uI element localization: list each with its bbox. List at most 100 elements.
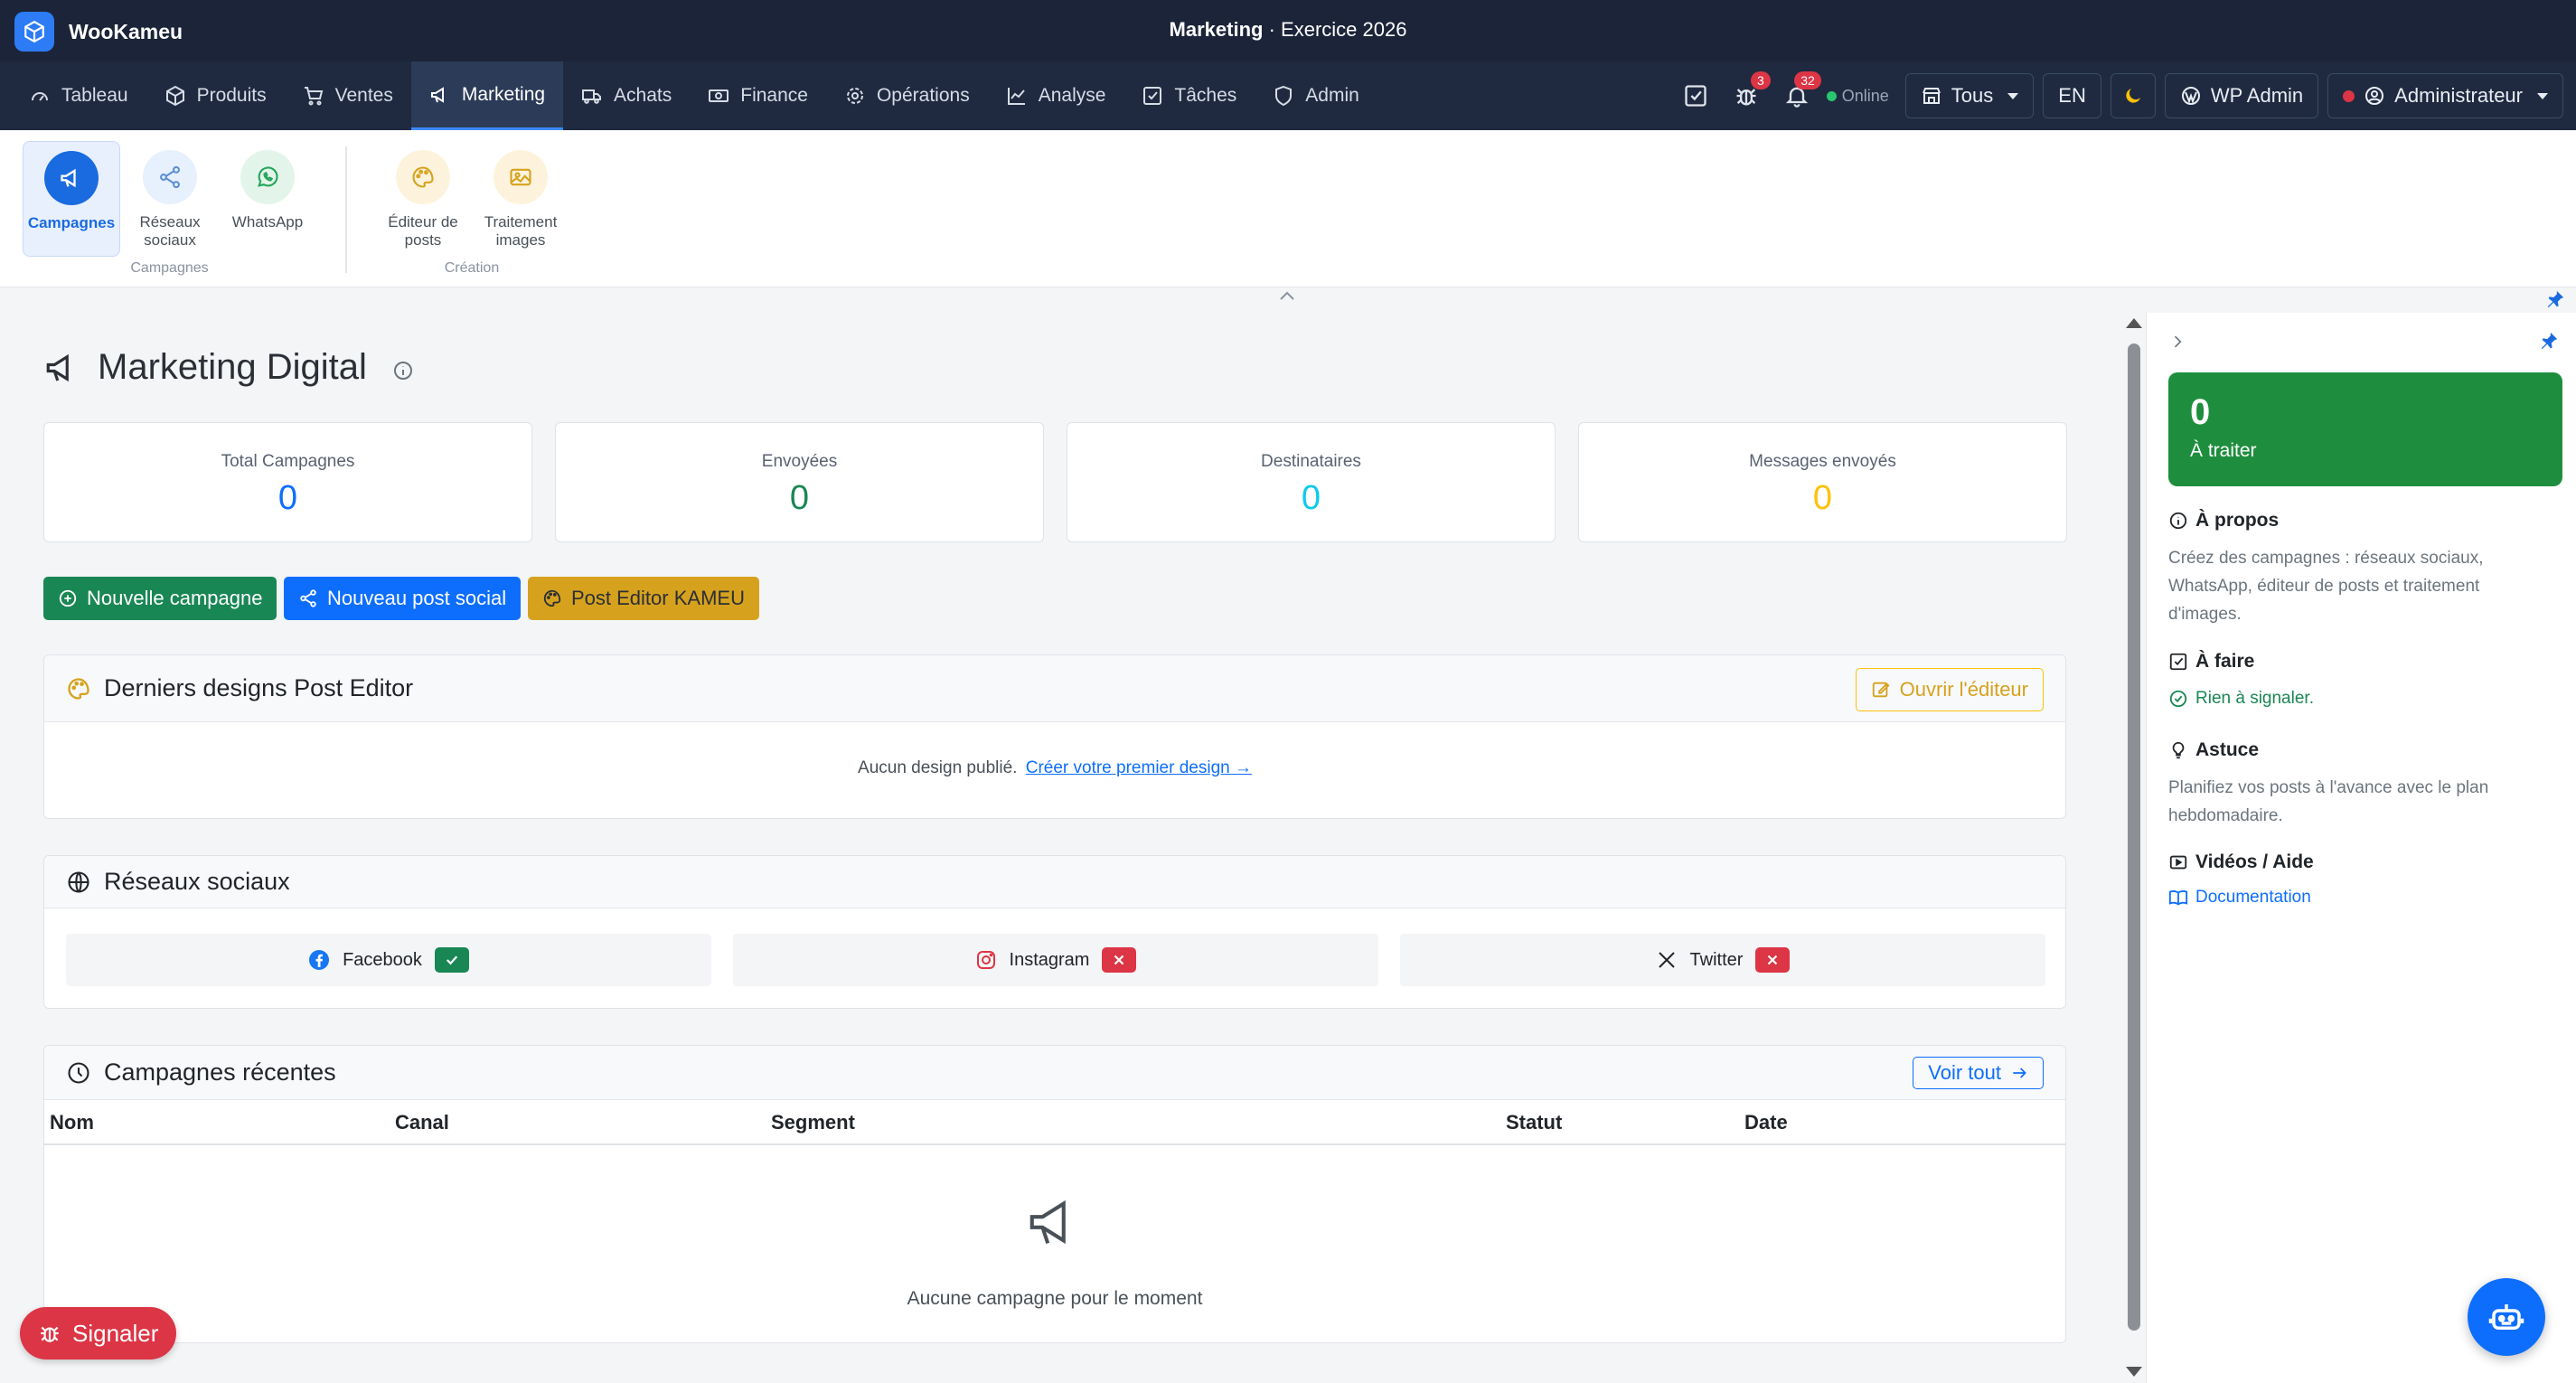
open-editor-label: Ouvrir l'éditeur — [1899, 678, 2028, 701]
cash-icon — [709, 89, 729, 102]
nav-item-tableau[interactable]: Tableau — [11, 61, 146, 130]
column-header-date[interactable]: Date — [1744, 1111, 1788, 1134]
page-title: Marketing Digital — [43, 347, 414, 388]
video-icon — [2169, 855, 2187, 870]
status-dot-icon — [2343, 89, 2355, 102]
documentation-label: Documentation — [2195, 888, 2311, 907]
nav-item-analyse[interactable]: Analyse — [988, 61, 1124, 130]
about-text: Créez des campagnes : réseaux sociaux, W… — [2168, 549, 2484, 624]
nav-item-taches[interactable]: Tâches — [1123, 61, 1255, 130]
speedometer-icon — [32, 92, 48, 101]
window-title-year: Exercice 2026 — [1281, 18, 1407, 41]
nav-item-finance[interactable]: Finance — [690, 61, 826, 130]
stat-value: 0 — [789, 479, 810, 517]
language-button[interactable]: EN — [2043, 73, 2101, 118]
column-header-segment[interactable]: Segment — [771, 1111, 855, 1134]
column-header-canal[interactable]: Canal — [395, 1111, 449, 1134]
scrollbar-thumb[interactable] — [2128, 343, 2140, 1331]
open-editor-button[interactable]: Ouvrir l'éditeur — [1855, 668, 2044, 711]
wp-admin-button[interactable]: WP Admin — [2164, 73, 2319, 118]
store-select[interactable]: Tous — [1904, 73, 2035, 118]
ribbon-item-editeur-posts[interactable]: Éditeur de posts — [374, 141, 472, 257]
recent-card-title: Campagnes récentes — [104, 1058, 336, 1086]
ribbon-item-campagnes[interactable]: Campagnes — [23, 141, 120, 257]
ribbon-item-label: images — [495, 231, 546, 249]
megaphone-icon — [1029, 1200, 1066, 1245]
social-name: Facebook — [343, 949, 422, 970]
column-header-nom[interactable]: Nom — [50, 1111, 94, 1134]
scroll-down-arrow-icon[interactable] — [2126, 1367, 2142, 1377]
user-circle-icon — [2365, 87, 2384, 105]
report-bug-label: Signaler — [72, 1319, 159, 1347]
report-bug-button[interactable]: Signaler — [20, 1307, 177, 1359]
robot-icon — [2488, 1304, 2524, 1330]
scroll-up-arrow-icon[interactable] — [2126, 318, 2142, 328]
user-name: Administrateur — [2394, 84, 2523, 107]
stat-label: Total Campagnes — [221, 452, 355, 471]
x-twitter-icon — [1658, 952, 1675, 968]
tasks-check-button[interactable] — [1675, 73, 1716, 118]
new-campaign-label: Nouvelle campagne — [87, 587, 263, 609]
documentation-link[interactable]: Documentation — [2168, 888, 2311, 908]
megaphone-icon — [44, 151, 99, 205]
stat-label: Envoyées — [761, 452, 838, 471]
user-menu[interactable]: Administrateur — [2327, 73, 2563, 118]
nav-item-admin[interactable]: Admin — [1255, 61, 1377, 130]
chart-icon — [1007, 88, 1025, 105]
todo-status: Rien à signaler. — [2168, 689, 2314, 709]
nav-item-produits[interactable]: Produits — [146, 61, 285, 130]
ribbon-item-label: Campagnes — [27, 214, 116, 231]
notification-badge: 32 — [1794, 71, 1821, 89]
chevron-right-icon[interactable] — [2168, 333, 2186, 351]
nav-item-achats[interactable]: Achats — [563, 61, 690, 130]
recent-campaigns-card: Campagnes récentes Voir tout Nom Canal S… — [43, 1045, 2066, 1343]
ribbon-item-label: sociaux — [144, 231, 196, 249]
nav-item-marketing[interactable]: Marketing — [410, 61, 564, 130]
view-all-button[interactable]: Voir tout — [1913, 1057, 2044, 1089]
cart-icon — [304, 87, 323, 106]
collapse-ribbon-icon[interactable] — [1278, 289, 1296, 302]
todo-count-card[interactable]: 0 À traiter — [2168, 372, 2562, 486]
palette-icon — [68, 677, 89, 700]
stat-label: Destinataires — [1261, 452, 1361, 471]
nav-item-operations[interactable]: Opérations — [826, 61, 988, 130]
new-campaign-button[interactable]: Nouvelle campagne — [43, 577, 277, 620]
bug-report-button[interactable]: 3 — [1725, 71, 1771, 118]
instagram-icon — [976, 951, 995, 969]
main-content: Marketing Digital Total Campagnes 0 Envo… — [0, 313, 2124, 1383]
designs-card: Derniers designs Post Editor Ouvrir l'éd… — [43, 654, 2066, 819]
wordpress-icon — [2181, 87, 2200, 105]
pin-icon[interactable] — [2539, 331, 2559, 351]
post-editor-button[interactable]: Post Editor KAMEU — [528, 577, 759, 620]
tip-title: Astuce — [2195, 739, 2260, 760]
new-social-post-button[interactable]: Nouveau post social — [284, 577, 522, 620]
ribbon-item-reseaux-sociaux[interactable]: Réseaux sociaux — [121, 141, 219, 257]
create-first-design-link[interactable]: Créer votre premier design → — [1026, 758, 1252, 777]
ribbon-item-label: WhatsApp — [231, 213, 304, 230]
ribbon-item-whatsapp[interactable]: WhatsApp — [219, 141, 316, 257]
theme-toggle[interactable] — [2110, 73, 2156, 118]
stat-label: Messages envoyés — [1749, 452, 1896, 471]
online-status: Online — [1826, 87, 1889, 106]
social-networks-card: Réseaux sociaux Facebook Instagram Twitt… — [43, 855, 2066, 1009]
notifications-button[interactable]: 32 — [1776, 71, 1821, 118]
nav-item-ventes[interactable]: Ventes — [285, 61, 411, 130]
column-header-statut[interactable]: Statut — [1506, 1111, 1562, 1134]
chatbot-button[interactable] — [2468, 1278, 2545, 1356]
designs-empty-text: Aucun design publié. — [858, 758, 1018, 777]
bug-icon — [41, 1326, 59, 1342]
pin-icon[interactable] — [2545, 289, 2565, 309]
social-tile-twitter[interactable]: Twitter — [1400, 934, 2045, 986]
stat-value: 0 — [277, 479, 298, 517]
ribbon-item-traitement-images[interactable]: Traitement images — [472, 141, 569, 257]
recent-card-header: Campagnes récentes — [44, 1046, 2065, 1100]
stat-card-destinataires: Destinataires 0 — [1067, 422, 1556, 542]
videos-title: Vidéos / Aide — [2195, 851, 2314, 872]
info-icon[interactable] — [392, 360, 414, 381]
social-tile-instagram[interactable]: Instagram — [733, 934, 1378, 986]
social-tile-facebook[interactable]: Facebook — [66, 934, 711, 986]
main-navbar: Tableau Produits Ventes Marketing Achats… — [0, 61, 2576, 130]
nav-item-label: Tâches — [1174, 85, 1237, 106]
todo-title: À faire — [2195, 651, 2255, 672]
info-icon — [2169, 512, 2187, 530]
